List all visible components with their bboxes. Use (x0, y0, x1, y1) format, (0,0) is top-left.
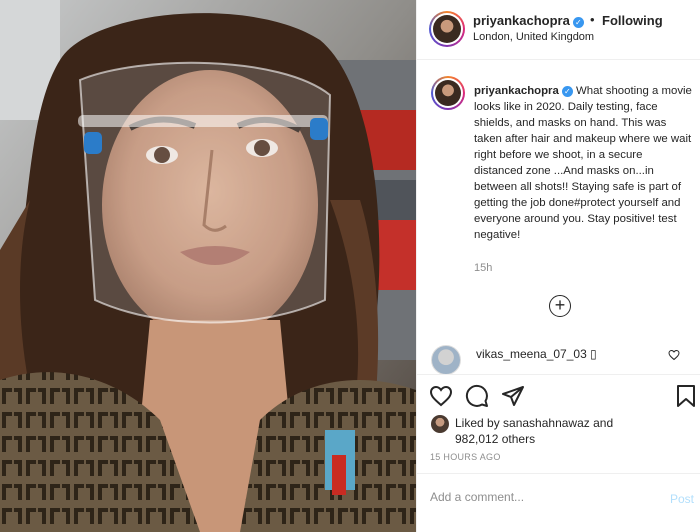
comment-heart-icon[interactable] (668, 349, 680, 361)
comment-text: ▯ (590, 347, 597, 361)
author-username[interactable]: priyankachopra ✓ (473, 13, 584, 28)
caption-username[interactable]: priyankachopra (474, 85, 559, 97)
follow-separator: • (590, 12, 595, 27)
post-location[interactable]: London, United Kingdom (473, 31, 594, 43)
comment-username[interactable]: vikas_meena_07_03 (476, 347, 587, 361)
comment-box: Post (417, 473, 700, 532)
post-caption: priyankachopra ✓ What shooting a movie lo… (474, 83, 694, 243)
post-header: priyankachopra ✓ • Following London, Unit… (417, 0, 700, 60)
liker-avatar[interactable] (431, 415, 449, 433)
commenter-avatar[interactable] (431, 345, 461, 375)
comment-icon[interactable] (465, 384, 489, 408)
post-timestamp[interactable]: 15 HOURS AGO (430, 452, 501, 462)
caption-author-avatar[interactable] (431, 76, 465, 110)
selfie-image (0, 0, 416, 532)
author-avatar[interactable] (429, 11, 465, 47)
post-photo[interactable] (0, 0, 416, 532)
bookmark-icon[interactable] (675, 384, 697, 408)
comment: vikas_meena_07_03 ▯ (476, 347, 597, 361)
verified-badge-icon: ✓ (572, 17, 584, 28)
share-icon[interactable] (501, 384, 525, 408)
verified-badge-icon: ✓ (561, 86, 573, 97)
post-comment-button[interactable]: Post (670, 492, 694, 506)
liker-username[interactable]: sanashahnawaz (503, 416, 590, 430)
following-button[interactable]: Following (602, 13, 663, 28)
comment-input[interactable] (430, 490, 650, 504)
caption-timestamp[interactable]: 15h (474, 262, 492, 274)
heart-icon[interactable] (429, 384, 453, 408)
post-side-panel: priyankachopra ✓ • Following London, Unit… (416, 0, 700, 532)
caption-text: What shooting a movie looks like in 2020… (474, 85, 692, 241)
likes-count[interactable]: 982,012 others (455, 432, 535, 446)
plus-circle-icon[interactable]: + (549, 295, 571, 317)
likes-summary: Liked by sanashahnawaz and 982,012 other… (455, 416, 614, 446)
actions-divider (417, 374, 700, 375)
